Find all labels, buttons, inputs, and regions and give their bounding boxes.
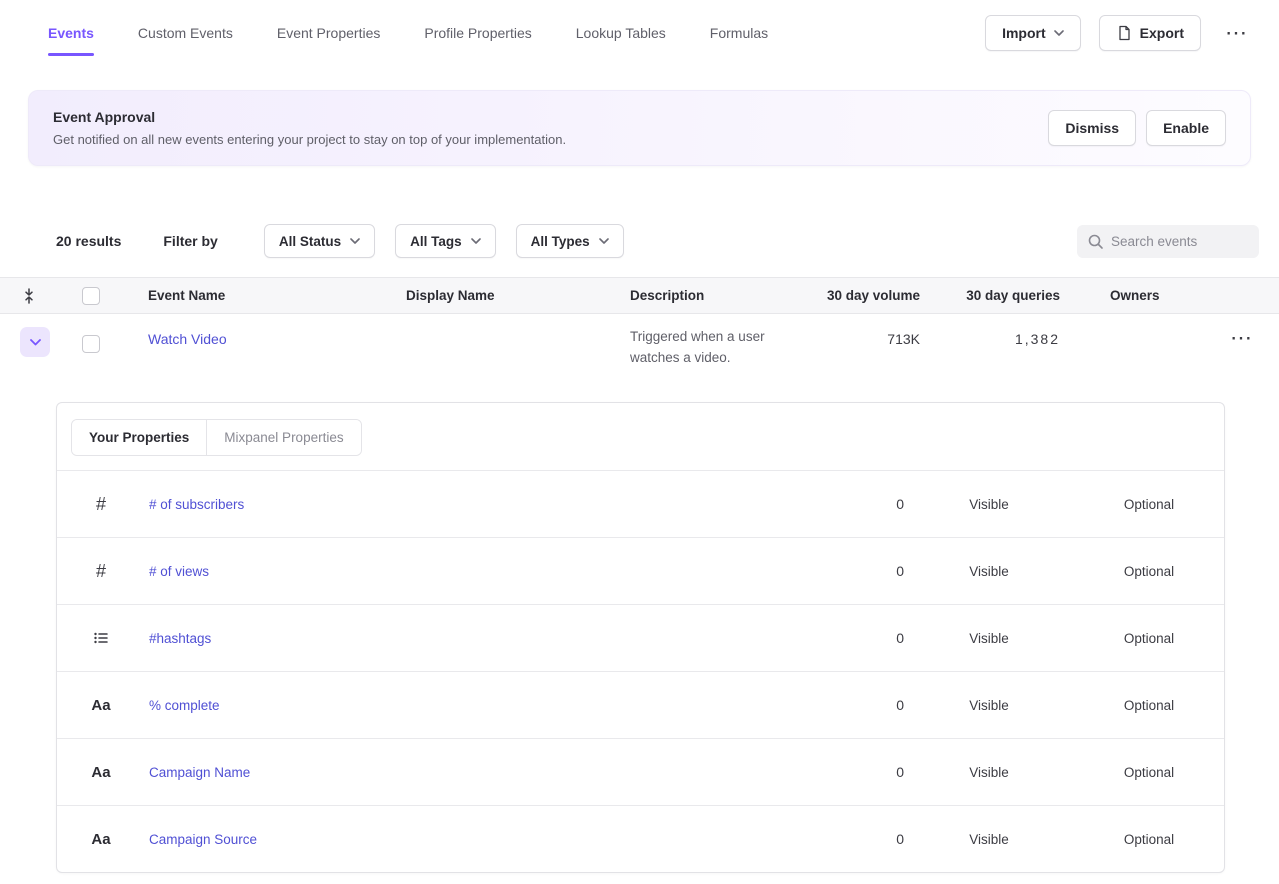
filter-row: 20 results Filter by All Status All Tags…	[0, 224, 1279, 258]
banner-title: Event Approval	[53, 109, 566, 125]
tags-filter-dropdown[interactable]: All Tags	[395, 224, 496, 258]
column-header-owners: Owners	[1072, 288, 1203, 303]
properties-tabs: Your Properties Mixpanel Properties	[71, 419, 362, 456]
property-visibility: Visible	[904, 564, 1074, 579]
text-property-icon: Aa	[91, 697, 110, 714]
tab-event-properties[interactable]: Event Properties	[277, 0, 381, 66]
status-filter-dropdown[interactable]: All Status	[264, 224, 375, 258]
text-property-icon: Aa	[91, 764, 110, 781]
property-name-link[interactable]: Campaign Name	[145, 765, 824, 780]
chevron-down-icon	[471, 238, 481, 244]
table-row: Watch Video Triggered when a user watche…	[0, 314, 1279, 392]
search-box	[1077, 225, 1259, 258]
select-all-checkbox[interactable]	[82, 287, 100, 305]
export-button[interactable]: Export	[1099, 15, 1201, 51]
property-name-link[interactable]: % complete	[145, 698, 824, 713]
enable-button[interactable]: Enable	[1146, 110, 1226, 146]
property-requirement: Optional	[1074, 698, 1224, 713]
import-button-label: Import	[1002, 25, 1046, 41]
nav-actions: Import Export ⋯	[985, 15, 1253, 51]
property-row: Aa Campaign Source 0 Visible Optional	[57, 805, 1224, 872]
column-header-queries: 30 day queries	[932, 288, 1072, 303]
banner-description: Get notified on all new events entering …	[53, 132, 566, 147]
property-row: Aa Campaign Name 0 Visible Optional	[57, 738, 1224, 805]
property-value: 0	[824, 764, 904, 780]
tab-formulas[interactable]: Formulas	[710, 0, 768, 66]
event-approval-banner: Event Approval Get notified on all new e…	[28, 90, 1251, 166]
properties-panel: Your Properties Mixpanel Properties # # …	[56, 402, 1225, 873]
event-name-link[interactable]: Watch Video	[148, 331, 227, 347]
column-header-event-name: Event Name	[148, 288, 406, 303]
top-nav: Events Custom Events Event Properties Pr…	[0, 0, 1279, 66]
property-row: # # of views 0 Visible Optional	[57, 537, 1224, 604]
collapse-all-icon[interactable]	[0, 288, 56, 304]
property-value: 0	[824, 831, 904, 847]
property-value: 0	[824, 563, 904, 579]
description-cell: Triggered when a user watches a video.	[630, 327, 820, 369]
property-name-link[interactable]: #hashtags	[145, 631, 824, 646]
export-csv-icon	[1116, 25, 1132, 41]
import-button[interactable]: Import	[985, 15, 1081, 51]
volume-cell: 713K	[820, 331, 932, 347]
property-requirement: Optional	[1074, 564, 1224, 579]
tab-your-properties[interactable]: Your Properties	[72, 420, 206, 455]
queries-cell: 1,382	[932, 331, 1072, 347]
property-requirement: Optional	[1074, 765, 1224, 780]
property-requirement: Optional	[1074, 497, 1224, 512]
text-property-icon: Aa	[91, 831, 110, 848]
search-icon	[1087, 233, 1104, 250]
table-header: Event Name Display Name Description 30 d…	[0, 277, 1279, 314]
property-row: # # of subscribers 0 Visible Optional	[57, 470, 1224, 537]
more-options-button[interactable]: ⋯	[1219, 18, 1253, 48]
property-visibility: Visible	[904, 497, 1074, 512]
dismiss-button[interactable]: Dismiss	[1048, 110, 1136, 146]
property-row: #hashtags 0 Visible Optional	[57, 604, 1224, 671]
property-visibility: Visible	[904, 631, 1074, 646]
row-checkbox[interactable]	[82, 335, 100, 353]
property-name-link[interactable]: # of subscribers	[145, 497, 824, 512]
property-name-link[interactable]: Campaign Source	[145, 832, 824, 847]
property-row: Aa % complete 0 Visible Optional	[57, 671, 1224, 738]
tags-filter-label: All Tags	[410, 234, 462, 249]
tab-mixpanel-properties[interactable]: Mixpanel Properties	[206, 420, 360, 455]
property-value: 0	[824, 496, 904, 512]
tab-lookup-tables[interactable]: Lookup Tables	[576, 0, 666, 66]
chevron-down-icon	[599, 238, 609, 244]
banner-actions: Dismiss Enable	[1048, 110, 1226, 146]
banner-text: Event Approval Get notified on all new e…	[53, 109, 566, 147]
number-property-icon: #	[96, 494, 106, 515]
property-requirement: Optional	[1074, 832, 1224, 847]
status-filter-label: All Status	[279, 234, 341, 249]
results-count: 20 results	[56, 233, 121, 249]
tab-custom-events[interactable]: Custom Events	[138, 0, 233, 66]
tab-profile-properties[interactable]: Profile Properties	[424, 0, 531, 66]
property-visibility: Visible	[904, 698, 1074, 713]
row-more-options-button[interactable]: ⋯	[1224, 323, 1258, 353]
column-header-volume: 30 day volume	[820, 288, 932, 303]
collapse-row-button[interactable]	[20, 327, 50, 357]
types-filter-label: All Types	[531, 234, 590, 249]
property-visibility: Visible	[904, 832, 1074, 847]
column-header-description: Description	[630, 288, 820, 303]
filter-by-label: Filter by	[163, 233, 217, 249]
export-button-label: Export	[1140, 25, 1184, 41]
types-filter-dropdown[interactable]: All Types	[516, 224, 624, 258]
column-header-display-name: Display Name	[406, 288, 630, 303]
list-property-icon	[93, 630, 109, 646]
property-value: 0	[824, 697, 904, 713]
chevron-down-icon	[350, 238, 360, 244]
nav-tabs: Events Custom Events Event Properties Pr…	[48, 0, 768, 66]
property-visibility: Visible	[904, 765, 1074, 780]
tab-events[interactable]: Events	[48, 0, 94, 66]
chevron-down-icon	[1054, 30, 1064, 36]
number-property-icon: #	[96, 561, 106, 582]
property-requirement: Optional	[1074, 631, 1224, 646]
property-value: 0	[824, 630, 904, 646]
property-name-link[interactable]: # of views	[145, 564, 824, 579]
search-input[interactable]	[1077, 225, 1259, 258]
